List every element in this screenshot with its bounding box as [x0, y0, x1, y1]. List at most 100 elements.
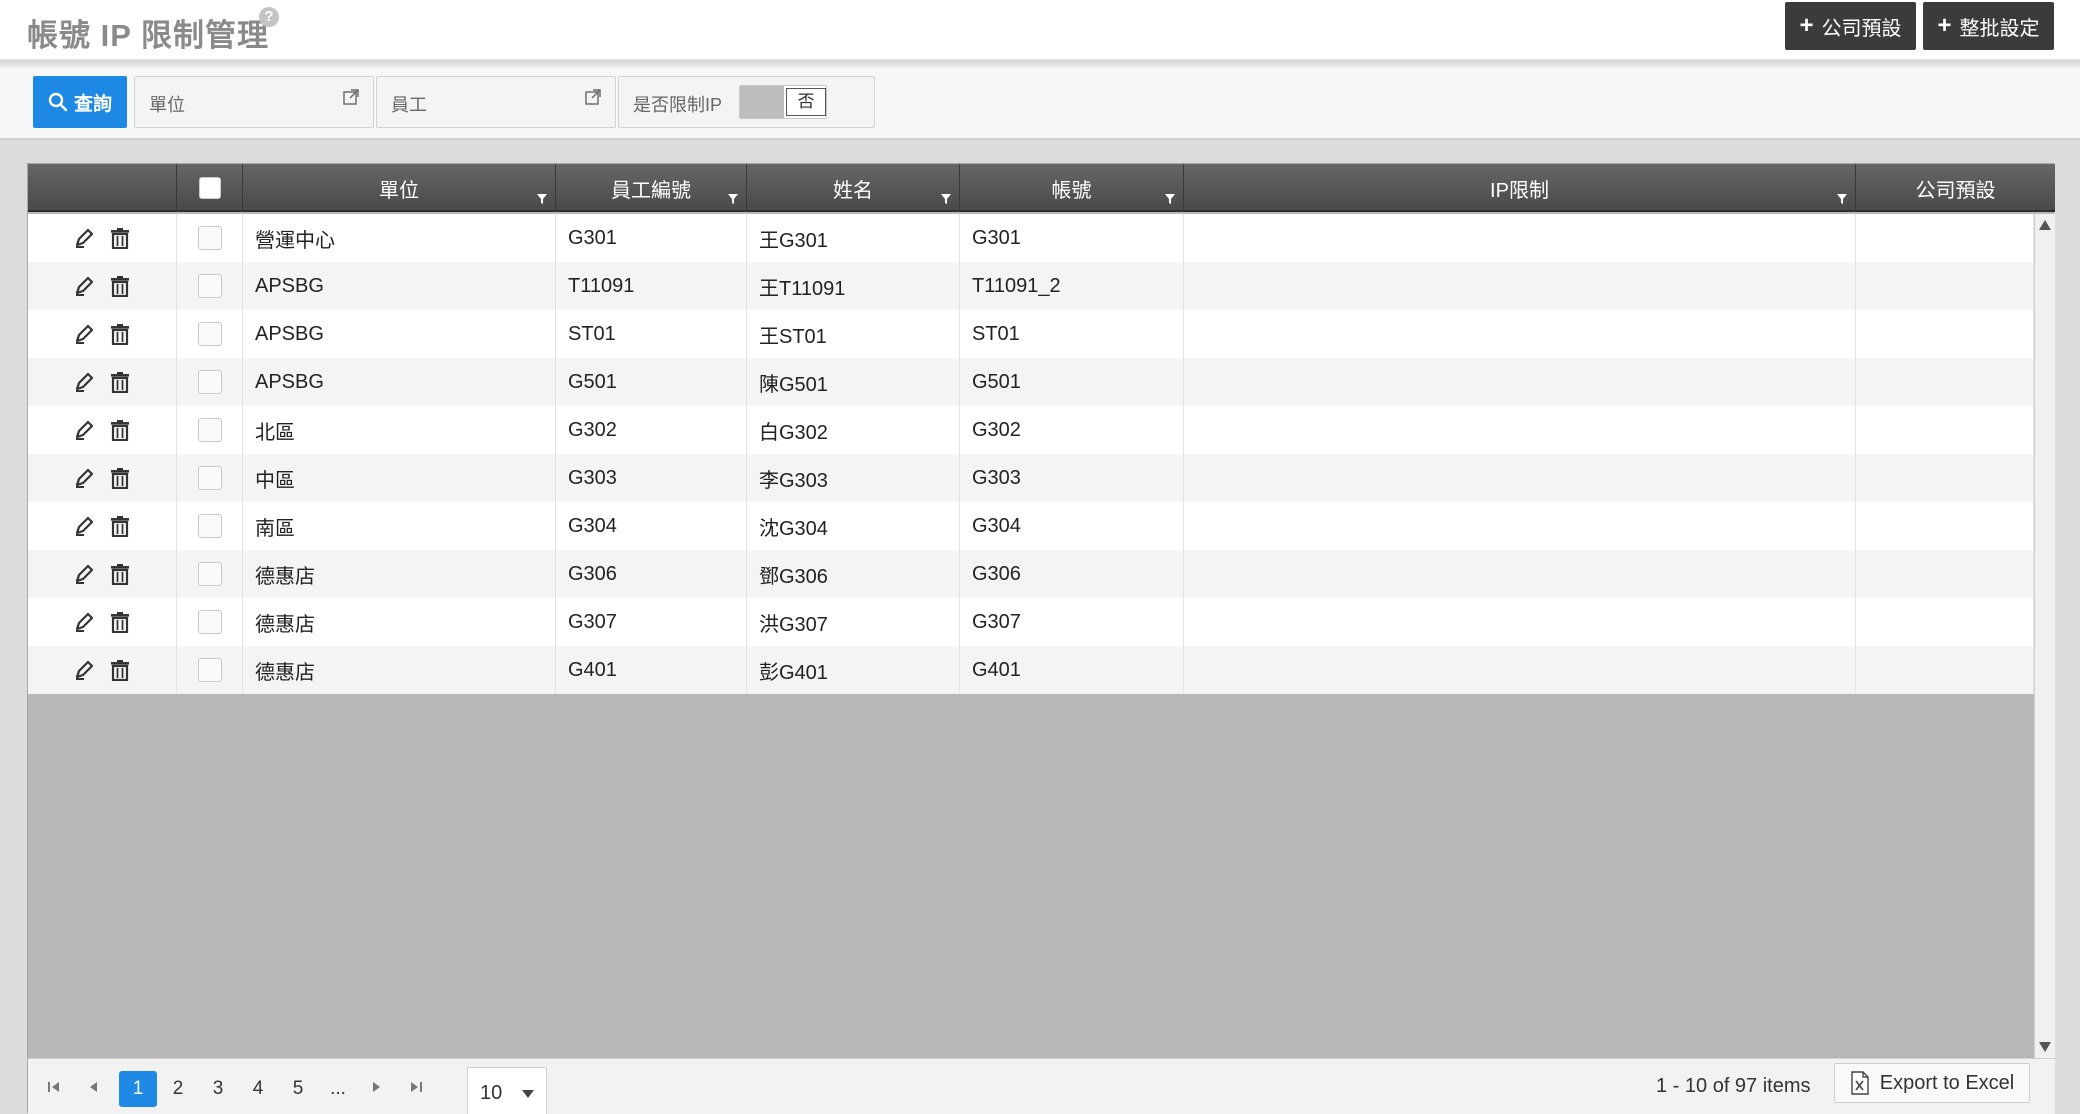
header-employee-no-label: 員工編號	[611, 179, 691, 202]
cell-company-default	[1856, 262, 2034, 310]
cell-account: ST01	[960, 310, 1184, 358]
cell-unit: APSBG	[243, 358, 556, 406]
last-page-icon[interactable]	[409, 1080, 423, 1094]
trash-icon[interactable]	[109, 467, 131, 489]
external-link-icon[interactable]	[585, 89, 601, 105]
header-company-default[interactable]: 公司預設	[1856, 164, 2055, 212]
header-company-default-label: 公司預設	[1915, 179, 1996, 202]
cell-ip-limit	[1184, 406, 1856, 454]
row-checkbox[interactable]	[197, 274, 222, 298]
edit-icon[interactable]	[73, 275, 95, 297]
trash-icon[interactable]	[109, 275, 131, 297]
edit-icon[interactable]	[73, 515, 95, 537]
edit-icon[interactable]	[73, 563, 95, 585]
page-number[interactable]: 2	[159, 1071, 197, 1107]
header-employee-no[interactable]: 員工編號	[556, 164, 747, 212]
batch-setting-button[interactable]: + 整批設定	[1923, 2, 2054, 50]
cell-employee-no: ST01	[556, 310, 747, 358]
row-checkbox[interactable]	[197, 226, 222, 250]
edit-icon[interactable]	[73, 323, 95, 345]
cell-unit: APSBG	[243, 262, 556, 310]
header-account-label: 帳號	[1051, 179, 1092, 202]
row-checkbox[interactable]	[197, 322, 222, 346]
external-link-icon[interactable]	[343, 89, 359, 105]
batch-setting-label: 整批設定	[1959, 17, 2040, 40]
page-title: 帳號 IP 限制管理	[27, 18, 269, 53]
vertical-scrollbar[interactable]	[2034, 214, 2055, 1058]
page-ellipsis[interactable]: ...	[319, 1071, 357, 1107]
row-checkbox[interactable]	[197, 370, 222, 394]
row-select	[177, 406, 243, 454]
table-row[interactable]: 德惠店 G306 鄧G306 G306	[28, 550, 2034, 598]
page-size-select[interactable]: 10	[467, 1067, 547, 1114]
cell-unit: 南區	[243, 502, 556, 550]
scroll-down-icon[interactable]	[2039, 1042, 2051, 1052]
search-button[interactable]: 查詢	[33, 76, 127, 128]
scroll-up-icon[interactable]	[2039, 220, 2051, 230]
row-checkbox[interactable]	[197, 658, 222, 682]
header-ip-limit[interactable]: IP限制	[1184, 164, 1856, 212]
table-row[interactable]: 德惠店 G307 洪G307 G307	[28, 598, 2034, 646]
table-row[interactable]: 德惠店 G401 彭G401 G401	[28, 646, 2034, 694]
edit-icon[interactable]	[73, 611, 95, 633]
table-row[interactable]: 北區 G302 白G302 G302	[28, 406, 2034, 454]
cell-account: G307	[960, 598, 1184, 646]
help-icon[interactable]: ?	[259, 7, 279, 27]
edit-icon[interactable]	[73, 371, 95, 393]
prev-page-icon[interactable]	[87, 1080, 101, 1094]
restrict-ip-toggle[interactable]: 否	[739, 85, 827, 119]
header-name[interactable]: 姓名	[747, 164, 960, 212]
row-checkbox[interactable]	[197, 466, 222, 490]
first-page-icon[interactable]	[47, 1080, 61, 1094]
header-unit[interactable]: 單位	[243, 164, 556, 212]
row-checkbox[interactable]	[197, 514, 222, 538]
edit-icon[interactable]	[73, 659, 95, 681]
trash-icon[interactable]	[109, 515, 131, 537]
table-row[interactable]: 營運中心 G301 王G301 G301	[28, 214, 2034, 262]
table-row[interactable]: APSBG T11091 王T11091 T11091_2	[28, 262, 2034, 310]
row-checkbox[interactable]	[197, 418, 222, 442]
cell-company-default	[1856, 502, 2034, 550]
row-checkbox[interactable]	[197, 562, 222, 586]
company-default-button[interactable]: + 公司預設	[1785, 2, 1916, 50]
cell-name: 王G301	[747, 214, 960, 262]
trash-icon[interactable]	[109, 419, 131, 441]
trash-icon[interactable]	[109, 659, 131, 681]
trash-icon[interactable]	[109, 371, 131, 393]
page-number[interactable]: 1	[119, 1071, 157, 1107]
trash-icon[interactable]	[109, 611, 131, 633]
restrict-ip-filter: 是否限制IP 否	[618, 76, 875, 128]
export-excel-button[interactable]: Export to Excel	[1834, 1063, 2030, 1103]
edit-icon[interactable]	[73, 467, 95, 489]
restrict-ip-label: 是否限制IP	[633, 95, 723, 115]
filter-icon[interactable]	[941, 194, 951, 204]
row-checkbox[interactable]	[197, 610, 222, 634]
filter-icon[interactable]	[728, 194, 738, 204]
header-account[interactable]: 帳號	[960, 164, 1184, 212]
table-row[interactable]: 南區 G304 沈G304 G304	[28, 502, 2034, 550]
select-all-checkbox[interactable]	[198, 177, 221, 199]
filter-icon[interactable]	[1837, 194, 1847, 204]
cell-unit: 中區	[243, 454, 556, 502]
employee-filter[interactable]: 員工	[376, 76, 616, 128]
unit-filter[interactable]: 單位	[134, 76, 374, 128]
next-page-icon[interactable]	[369, 1080, 383, 1094]
cell-account: G304	[960, 502, 1184, 550]
trash-icon[interactable]	[109, 323, 131, 345]
chevron-down-icon	[522, 1090, 534, 1098]
filter-icon[interactable]	[1165, 194, 1175, 204]
table-row[interactable]: 中區 G303 李G303 G303	[28, 454, 2034, 502]
cell-company-default	[1856, 598, 2034, 646]
page-number[interactable]: 3	[199, 1071, 237, 1107]
page-number[interactable]: 5	[279, 1071, 317, 1107]
company-default-label: 公司預設	[1821, 17, 1902, 40]
edit-icon[interactable]	[73, 227, 95, 249]
row-actions	[28, 262, 177, 310]
trash-icon[interactable]	[109, 563, 131, 585]
table-row[interactable]: APSBG ST01 王ST01 ST01	[28, 310, 2034, 358]
table-row[interactable]: APSBG G501 陳G501 G501	[28, 358, 2034, 406]
trash-icon[interactable]	[109, 227, 131, 249]
filter-icon[interactable]	[537, 194, 547, 204]
edit-icon[interactable]	[73, 419, 95, 441]
page-number[interactable]: 4	[239, 1071, 277, 1107]
